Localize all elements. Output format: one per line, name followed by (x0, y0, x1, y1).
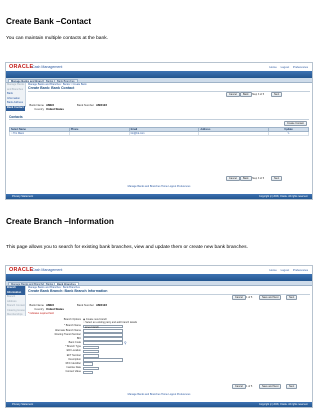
sidebar-item-branch-information[interactable]: Branch Information (6, 286, 25, 296)
bank-code-input[interactable] (83, 341, 123, 346)
logout-link[interactable]: Logout (281, 65, 290, 69)
rfc-identifier-select[interactable] (83, 362, 93, 366)
contact-email-cell[interactable]: tim@bk.com (128, 130, 200, 137)
context-value-select[interactable] (83, 370, 93, 375)
brand-bar: ORACLE Cash Management Home Logout Prefe… (6, 63, 312, 71)
alt-branch-name-input[interactable] (83, 328, 123, 333)
app-name: Cash Management (32, 64, 63, 69)
contact-name-link[interactable]: Tim Mann (13, 132, 24, 135)
footer-links[interactable]: Manage Banks and Branches Home Logout Pr… (6, 393, 312, 397)
step-indicator: Step 3 of 5 (252, 93, 265, 96)
next-button[interactable]: Next (271, 92, 283, 97)
cancel-button-bottom[interactable]: Cancel (232, 384, 246, 389)
contacts-section-title: Contacts (9, 115, 309, 120)
sidebar-item-manage: Manage Banks and Branches (7, 83, 25, 91)
footer: Manage Banks and Branches Home Logout Pr… (6, 185, 312, 189)
page-title: Create Bank: Bank Contact (28, 86, 310, 93)
bank-number-label: Bank Number (76, 103, 94, 107)
bank-number-value: AMX123 (96, 303, 107, 307)
copyright: Copyright (c) 2006, Oracle. All rights r… (258, 195, 308, 198)
logout-link[interactable]: Logout (281, 268, 290, 272)
cancel-button-bottom[interactable]: Cancel (226, 176, 240, 181)
sidebar-item-clearing-house: Clearing House Memberships (7, 309, 25, 316)
app-name: Cash Management (32, 267, 63, 272)
footer-links[interactable]: Manage Banks and Branches Home Logout Pr… (6, 185, 312, 189)
country-value: United States (46, 107, 64, 112)
oracle-logo: ORACLE (9, 267, 34, 273)
save-and-next-button-bottom[interactable]: Save and Next (259, 384, 282, 389)
brand-bar: ORACLE Cash Management Home Logout Prefe… (6, 266, 312, 274)
contacts-table: Select Name Phone Email Address Update ○… (9, 127, 309, 137)
main-content: Manage Banks and Branches : Banks > Crea… (28, 83, 310, 93)
branch-type-select[interactable] (83, 345, 99, 350)
bic-input[interactable] (83, 337, 123, 341)
create-contact-button[interactable]: Create Contact (284, 121, 307, 126)
search-icon[interactable]: ⚲ (124, 341, 126, 345)
top-navigation-bar (6, 71, 312, 78)
next-button[interactable]: Next (286, 295, 298, 300)
copyright: Copyright (c) 2006, Oracle. All rights r… (258, 403, 308, 406)
step-indicator: 1 of 5 (246, 296, 253, 299)
preferences-link[interactable]: Preferences (293, 268, 308, 272)
update-icon[interactable]: ✎ (268, 130, 309, 137)
screenshot-bank-contact: ORACLE Cash Management Home Logout Prefe… (5, 62, 313, 200)
oracle-logo: ORACLE (9, 64, 34, 70)
select-existing-radio-label: Select an existing party and add branch … (85, 321, 138, 325)
cancel-button[interactable]: Cancel (226, 92, 240, 97)
section-desc-branch: This page allows you to search for exist… (6, 245, 248, 250)
preferences-link[interactable]: Preferences (293, 65, 308, 69)
routing-number-input[interactable] (83, 333, 123, 337)
section-desc-contact: You can maintain multiple contacts at th… (6, 36, 109, 41)
global-links: Home Logout Preferences (266, 268, 308, 272)
required-note: * Indicates required field (28, 311, 54, 315)
cancel-button[interactable]: Cancel (232, 295, 246, 300)
bank-number-label: Bank Number (76, 303, 94, 307)
country-label: Country (34, 107, 44, 112)
home-link[interactable]: Home (269, 65, 276, 69)
contact-address-cell (198, 130, 270, 137)
table-row: ○ Tim Mann tim@bk.com ✎ (9, 130, 309, 137)
step-indicator-bottom: Step 3 of 5 (252, 177, 265, 180)
save-and-next-button[interactable]: Save and Next (259, 295, 282, 300)
eft-number-input[interactable] (83, 353, 99, 358)
edi-location-input[interactable] (83, 349, 99, 354)
home-link[interactable]: Home (269, 268, 276, 272)
footer-bar: Privacy Statement Copyright (c) 2006, Or… (6, 194, 312, 199)
sidebar-item-branch-address: Branch Address (7, 295, 17, 303)
branch-form: Branch Options ◉ Create new branch ○ Sel… (46, 318, 206, 375)
sidebar: Branch Information Branch Address Branch… (6, 286, 26, 316)
bank-number-value: AMX123 (96, 103, 107, 107)
sidebar-item-bank-information[interactable]: Bank Information (6, 92, 25, 101)
next-button-bottom[interactable]: Next (286, 384, 298, 389)
step-indicator-bottom: 1 of 5 (246, 385, 253, 388)
main-content: Manage Banks and Branches : Bank Branche… (28, 286, 310, 296)
contact-name-cell[interactable]: ○ Tim Mann (9, 130, 70, 137)
privacy-link[interactable]: Privacy Statement (12, 194, 33, 199)
top-navigation-bar (6, 274, 312, 281)
bank-summary: Bank Name AMEX Bank Number AMX123 Countr… (28, 103, 107, 112)
global-links: Home Logout Preferences (266, 65, 308, 69)
footer-bar: Privacy Statement Copyright (c) 2006, Or… (6, 402, 312, 407)
next-button-bottom[interactable]: Next (271, 176, 283, 181)
sidebar-item-bank-contact[interactable]: Bank Contact (6, 105, 25, 111)
branch-name-input[interactable]: amex branch (83, 324, 123, 329)
sidebar: Manage Banks and Branches Bank Informati… (6, 83, 26, 111)
section-title-contact: Create Bank –Contact (6, 17, 92, 26)
contact-phone-cell (68, 130, 130, 137)
section-title-branch: Create Branch –Information (6, 217, 114, 226)
description-input[interactable] (83, 358, 123, 362)
privacy-link[interactable]: Privacy Statement (12, 402, 33, 407)
footer: Manage Banks and Branches Home Logout Pr… (6, 393, 312, 397)
inactive-date-input[interactable] (83, 366, 99, 371)
back-button[interactable]: Back (240, 92, 252, 97)
screenshot-branch-information: ORACLE Cash Management Home Logout Prefe… (5, 265, 313, 408)
back-button-bottom[interactable]: Back (240, 176, 252, 181)
select-existing-radio[interactable]: ○ Select an existing party and add branc… (83, 321, 137, 324)
context-value-label: Context Value (65, 370, 81, 374)
bank-summary: Bank Name AMEX Bank Number AMX123 Countr… (28, 303, 107, 316)
